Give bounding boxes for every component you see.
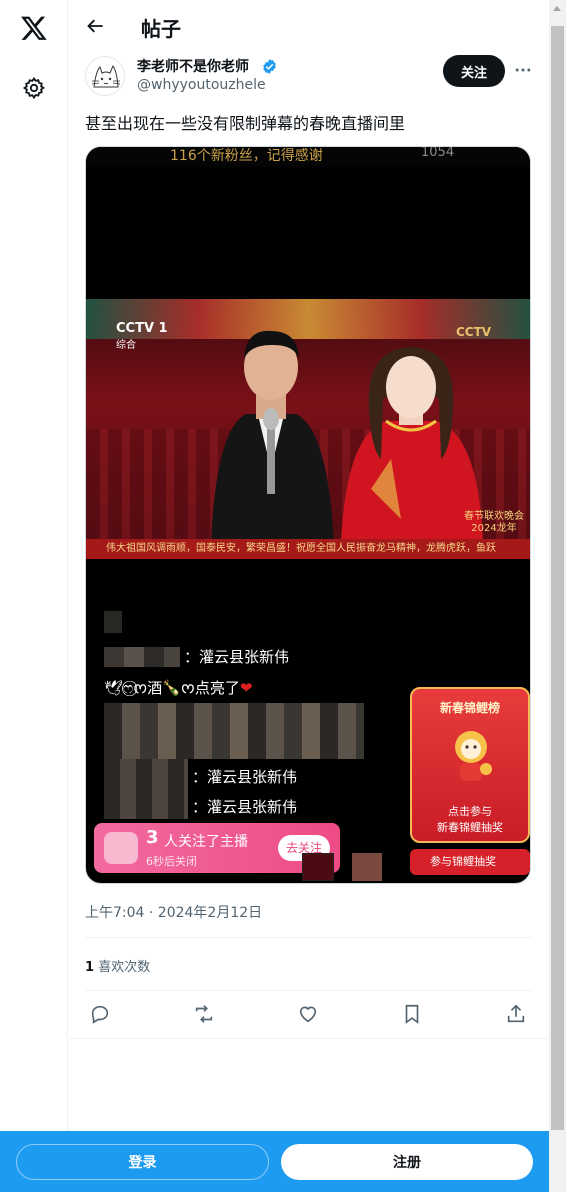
pixelated-username	[104, 759, 188, 819]
bookmark-icon[interactable]	[401, 1003, 423, 1025]
carp-cta-line2: 新春锦鲤抽奖	[437, 821, 503, 834]
cctv-gala-logo: CCTV	[456, 325, 492, 339]
author-avatar[interactable]	[85, 56, 125, 96]
page-header: 帖子	[69, 0, 549, 53]
share-icon[interactable]	[505, 1003, 527, 1025]
carp-title: 新春锦鲤榜	[439, 701, 500, 715]
new-fans-banner: 116个新粉丝，记得感谢	[170, 148, 323, 164]
left-nav	[0, 0, 68, 1192]
male-host-figure	[211, 330, 334, 544]
post-video[interactable]: 116个新粉丝，记得感谢 1054 CCTV 1 综合 CCTV 春节联欢晚会 …	[85, 146, 531, 884]
broadcast-ticker: 伟大祖国风调雨顺，国泰民安，繁荣昌盛！祝愿全国人民振奋龙马精神，龙腾虎跃，鱼跃	[86, 539, 530, 559]
more-options-icon[interactable]	[513, 60, 533, 80]
likes-count[interactable]: 1 喜欢次数	[85, 956, 150, 975]
lion-mascot-icon	[455, 731, 492, 781]
cat-sketch-icon	[91, 64, 121, 88]
post-timestamp[interactable]: 上午7:04 · 2024年2月12日	[85, 902, 262, 922]
carp-cta-line1: 点击参与	[448, 805, 492, 818]
login-button[interactable]: 登录	[16, 1144, 269, 1180]
pixelated-avatar	[104, 611, 122, 633]
verified-badge-icon	[263, 59, 276, 74]
scrollbar-thumb[interactable]	[551, 26, 564, 1130]
scroll-up-arrow-icon[interactable]	[553, 6, 561, 11]
settings-gear-icon[interactable]	[22, 76, 46, 100]
divider	[85, 990, 533, 991]
divider	[69, 1038, 549, 1039]
heart-icon: ❤	[239, 679, 253, 697]
like-heart-icon[interactable]	[297, 1003, 319, 1025]
reply-icon[interactable]	[89, 1003, 111, 1025]
lucky-carp-panel[interactable]: 新春锦鲤榜 点击参与 新春锦鲤抽奖	[410, 687, 530, 843]
follow-button[interactable]: 关注	[443, 55, 505, 87]
vertical-scrollbar[interactable]	[549, 0, 566, 1192]
signup-button[interactable]: 注册	[281, 1144, 533, 1180]
gala-logo-text: 春节联欢晚会 2024龙年	[464, 511, 524, 534]
pixelated-username	[104, 647, 180, 667]
mini-thumbnail	[302, 853, 334, 881]
chat-message: ：灌云县张新伟	[192, 798, 298, 816]
viewer-count: 1054	[421, 146, 455, 160]
post-detail-column: 帖子 李老师不是你老师 @whyyoutouzhele 关注 甚至出现在一些没有…	[69, 0, 549, 1192]
divider	[85, 937, 533, 938]
add-user-icon	[104, 832, 138, 864]
signin-bottom-bar: 登录 注册	[0, 1131, 549, 1192]
pixelated-message	[104, 703, 364, 759]
retweet-icon[interactable]	[193, 1003, 215, 1025]
cctv1-logo: CCTV 1 综合	[116, 321, 168, 351]
follow-count: 3	[146, 827, 159, 848]
chat-message: ：灌云县张新伟	[184, 648, 290, 666]
post-text: 甚至出现在一些没有限制弹幕的春晚直播间里	[85, 114, 406, 133]
follow-banner-text: 人关注了主播	[164, 834, 248, 850]
cctv-broadcast-frame: CCTV 1 综合 CCTV 春节联欢晚会 2024龙年 伟大祖国风调雨顺，国泰…	[86, 299, 530, 559]
back-arrow-icon[interactable]	[86, 16, 106, 36]
post-actions	[85, 1003, 533, 1025]
follow-banner-countdown: 6秒后关闭	[146, 855, 197, 868]
page-title: 帖子	[141, 17, 181, 41]
mini-thumbnail	[352, 853, 382, 881]
author-handle[interactable]: @whyyoutouzhele	[137, 77, 266, 93]
chat-message: ：灌云县张新伟	[192, 768, 298, 786]
join-carp-lottery-button[interactable]: 参与锦鲤抽奖	[410, 849, 530, 875]
x-logo-icon[interactable]	[20, 14, 48, 42]
chat-message: 🕊ෆ⃝ᰔ酒🍾ᰔ点亮了❤	[104, 679, 253, 697]
author-name[interactable]: 李老师不是你老师	[137, 56, 249, 76]
